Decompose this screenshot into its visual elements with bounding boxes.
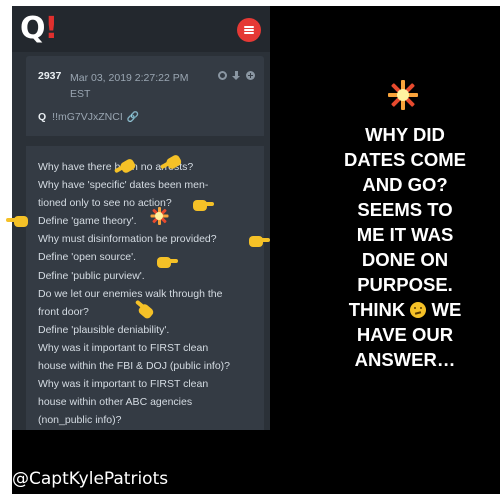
menu-icon <box>244 26 254 28</box>
app-bar: Q! <box>12 6 270 52</box>
post-line: Why must disinformation be provided? <box>38 233 217 246</box>
post-line: Why have 'specific' dates been men- <box>38 179 209 192</box>
post-line: Define 'open source'. <box>38 251 136 264</box>
post-line: Define 'plausible deniability'. <box>38 323 170 336</box>
post-author: Q !!mG7VJxZNCI 🔗 <box>38 111 139 123</box>
post-line: house within the FBI & DOJ (public info)… <box>38 360 231 373</box>
post-line: Do we let our enemies walk through the <box>38 287 223 300</box>
left-border <box>0 0 12 500</box>
collision-icon <box>388 80 418 110</box>
post-line: Define 'public purview'. <box>38 269 145 282</box>
share-icon[interactable] <box>218 71 227 80</box>
phone-screenshot: Q! 2937 Mar 03, 2019 2:27:22 PM EST Q !!m… <box>12 6 270 430</box>
post-actions <box>218 71 255 80</box>
bottom-border <box>0 494 500 500</box>
pointing-hand-icon <box>156 255 178 269</box>
post-line: tioned only to see no action? <box>38 197 172 210</box>
pointing-hand-icon <box>192 198 214 212</box>
watermark: @CaptKylePatriots <box>12 469 169 489</box>
link-icon[interactable]: 🔗 <box>127 112 139 123</box>
post-line: house within other ABC agencies <box>38 396 193 409</box>
app-logo[interactable]: Q! <box>20 12 58 46</box>
post-line: Why was it important to FIRST clean <box>38 341 209 354</box>
add-icon[interactable] <box>246 71 255 80</box>
author-name: Q <box>38 111 47 123</box>
thinking-face-icon <box>410 302 427 318</box>
collision-icon <box>150 207 169 225</box>
post-line: Why have there been no arrests? <box>38 161 194 173</box>
pointing-hand-icon <box>248 234 270 248</box>
post-text: Why have there been no arrests? Why have… <box>38 158 260 429</box>
meme-caption: WHY DID DATES COME AND GO? SEEMS TO ME I… <box>344 124 466 370</box>
post-line: Why was it important to FIRST clean <box>38 378 209 391</box>
tripcode: !!mG7VJxZNCI <box>52 111 123 123</box>
menu-button[interactable] <box>237 18 261 42</box>
post-body: Why have there been no arrests? Why have… <box>26 146 264 430</box>
post-header: 2937 Mar 03, 2019 2:27:22 PM EST Q !!mG7V… <box>26 56 264 136</box>
pointing-hand-icon <box>6 214 28 228</box>
download-icon[interactable] <box>232 71 241 80</box>
post-line: Define 'game theory'. <box>38 215 137 228</box>
post-line: (non_public info)? <box>38 414 122 427</box>
post-date: Mar 03, 2019 2:27:22 PM EST <box>70 72 189 100</box>
post-number[interactable]: 2937 <box>38 70 61 82</box>
